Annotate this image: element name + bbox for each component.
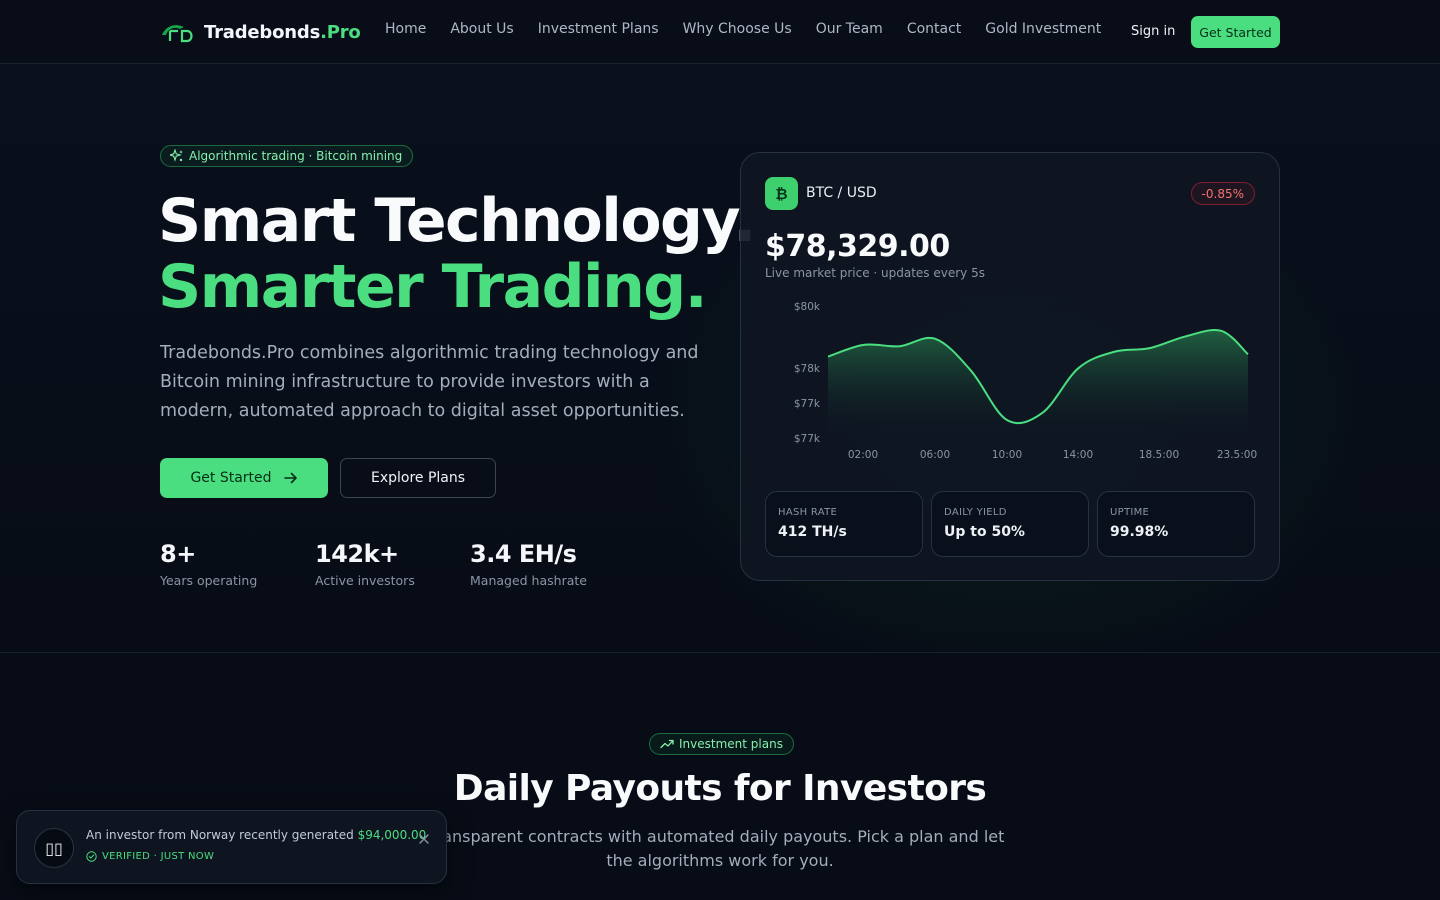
sign-in-link[interactable]: Sign in <box>1131 24 1175 39</box>
nav-link-gold-investment[interactable]: Gold Investment <box>985 21 1101 37</box>
nav-link-investment-plans[interactable]: Investment Plans <box>538 21 659 37</box>
metric-hash-rate: HASH RATE 412 TH/s <box>765 491 923 557</box>
hero-badge: Algorithmic trading · Bitcoin mining <box>160 145 414 167</box>
chart-y-tick-label: $80k <box>794 301 821 313</box>
get-started-button-label: Get Started <box>190 470 272 486</box>
brand-name-main: Tradebonds <box>204 21 321 43</box>
stat-value: 8+ <box>160 540 196 568</box>
stat-investors: 142k+ Active investors <box>315 540 415 588</box>
chart-y-tick-label: $78k <box>794 363 821 375</box>
stat-label: Managed hashrate <box>470 573 587 588</box>
chart-x-tick-label: 23.5:00 <box>1217 449 1257 461</box>
chart-x-tick-label: 02:00 <box>848 449 878 461</box>
bitcoin-icon: ₿ <box>765 177 798 210</box>
metric-value: Up to 50% <box>944 524 1025 540</box>
top-navigation: Tradebonds.Pro Home About Us Investment … <box>0 0 1440 64</box>
investment-plans-badge-label: Investment plans <box>679 737 783 751</box>
stat-years: 8+ Years operating <box>160 540 257 588</box>
metric-value: 99.98% <box>1110 524 1169 540</box>
nav-link-contact[interactable]: Contact <box>907 21 961 37</box>
toast-amount: $94,000.00 <box>357 828 427 842</box>
trending-up-icon <box>660 739 674 749</box>
stat-value: 3.4 EH/s <box>470 540 577 568</box>
close-icon[interactable] <box>417 832 431 846</box>
chart-x-tick-label: 14:00 <box>1063 449 1093 461</box>
get-started-button[interactable]: Get Started <box>160 458 328 498</box>
sparkles-icon <box>170 149 183 162</box>
price-subtitle: Live market price · updates every 5s <box>765 266 985 280</box>
chart-y-tick-label: $77k <box>794 433 821 445</box>
trading-pair: BTC / USD <box>806 185 877 201</box>
btc-price-chart: $80k $78k $77k $77k 02:00 06:00 10:00 14:00 18.5… <box>794 301 1257 461</box>
chart-y-tick-label: $77k <box>794 398 821 410</box>
hero-title-line1: Smart Technology. <box>158 186 756 256</box>
check-circle-icon <box>86 851 97 862</box>
flag-avatar: ▯▯ <box>34 828 74 868</box>
nav-link-why-choose-us[interactable]: Why Choose Us <box>683 21 792 37</box>
stat-label: Years operating <box>160 573 258 588</box>
section-subtitle: ransparent contracts with automated dail… <box>435 827 1005 870</box>
toast-message-text: An investor from Norway recently generat… <box>86 828 358 842</box>
section-title: Daily Payouts for Investors <box>453 768 987 809</box>
investor-notification-toast: ▯▯ An investor from Norway recently gene… <box>16 810 447 884</box>
stat-hashrate: 3.4 EH/s Managed hashrate <box>470 540 587 588</box>
nav-link-home[interactable]: Home <box>385 21 426 37</box>
investment-plans-badge: Investment plans <box>649 733 794 755</box>
metric-uptime: UPTIME 99.98% <box>1097 491 1255 557</box>
metric-label: UPTIME <box>1110 507 1150 518</box>
section-divider <box>0 652 1440 653</box>
toast-message: An investor from Norway recently generat… <box>86 828 426 842</box>
btc-price: $78,329.00 <box>765 229 950 264</box>
nav-links: Home About Us Investment Plans Why Choos… <box>385 21 1125 37</box>
stat-value: 142k+ <box>315 540 399 568</box>
chart-x-tick-label: 10:00 <box>992 449 1022 461</box>
metric-label: HASH RATE <box>778 507 838 518</box>
nav-link-our-team[interactable]: Our Team <box>816 21 883 37</box>
hero-description: Tradebonds.Pro combines algorithmic trad… <box>160 343 699 421</box>
get-started-nav-button[interactable]: Get Started <box>1191 16 1280 48</box>
metric-daily-yield: DAILY YIELD Up to 50% <box>931 491 1089 557</box>
brand-name-accent: .Pro <box>320 21 361 43</box>
metric-label: DAILY YIELD <box>944 507 1007 518</box>
btc-price-card: ₿ BTC / USD -0.85% $78,329.00 Live marke… <box>740 152 1280 581</box>
chart-x-tick-label: 18.5:00 <box>1139 449 1179 461</box>
chart-x-tick-label: 06:00 <box>920 449 950 461</box>
arrow-right-icon <box>283 472 297 484</box>
brand-logo[interactable]: Tradebonds.Pro <box>160 18 361 46</box>
nav-link-about-us[interactable]: About Us <box>450 21 513 37</box>
hero-title-line2: Smarter Trading. <box>158 252 708 322</box>
stat-label: Active investors <box>315 573 415 588</box>
explore-plans-button[interactable]: Explore Plans <box>340 458 496 498</box>
toast-meta: VERIFIED · JUST NOW <box>86 851 214 862</box>
price-change-badge: -0.85% <box>1190 182 1255 205</box>
brand-logo-icon <box>162 25 193 43</box>
metric-value: 412 TH/s <box>778 524 847 540</box>
toast-meta-label: VERIFIED · JUST NOW <box>102 851 215 862</box>
brand-name: Tradebonds.Pro <box>204 22 361 43</box>
hero-badge-label: Algorithmic trading · Bitcoin mining <box>189 149 403 163</box>
